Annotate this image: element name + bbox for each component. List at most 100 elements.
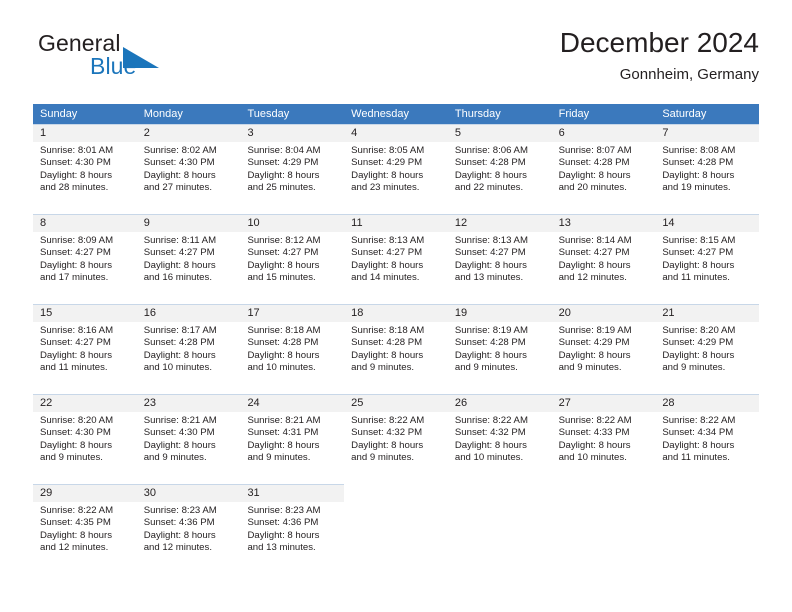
day-cell-empty xyxy=(655,484,760,566)
day-cell[interactable]: 12 Sunrise: 8:13 AM Sunset: 4:27 PM Dayligh… xyxy=(447,214,552,296)
day-cell[interactable]: 27 Sunrise: 8:22 AM Sunset: 4:33 PM Dayligh… xyxy=(551,394,656,476)
day-detail-line: Daylight: 8 hours xyxy=(247,439,320,451)
day-details: Sunrise: 8:13 AM Sunset: 4:27 PM Daylight:… xyxy=(344,232,448,285)
day-detail-line: Daylight: 8 hours xyxy=(143,169,216,181)
day-number: 15 xyxy=(33,305,137,322)
day-detail-line: and 9 minutes. xyxy=(40,452,103,464)
day-number: 17 xyxy=(240,305,345,322)
day-detail-line: Sunrise: 8:18 AM xyxy=(351,325,425,336)
day-detail-line: Sunset: 4:35 PM xyxy=(40,517,111,529)
weekday-header-saturday: Saturday xyxy=(662,108,707,120)
day-number: 1 xyxy=(33,125,137,142)
weekday-header-thursday: Thursday xyxy=(454,108,501,120)
day-details: Sunrise: 8:04 AM Sunset: 4:29 PM Daylight:… xyxy=(240,142,344,195)
day-detail-line: Sunrise: 8:04 AM xyxy=(247,145,321,156)
day-number: 20 xyxy=(551,305,656,322)
day-cell[interactable]: 22 Sunrise: 8:20 AM Sunset: 4:30 PM Dayligh… xyxy=(33,394,137,476)
day-detail-line: Sunset: 4:27 PM xyxy=(351,247,423,259)
day-detail-line: and 9 minutes. xyxy=(351,362,415,374)
day-cell[interactable]: 8 Sunrise: 8:09 AM Sunset: 4:27 PM Daylight… xyxy=(33,214,137,296)
day-detail-line: and 23 minutes. xyxy=(351,182,420,194)
day-detail-line: Daylight: 8 hours xyxy=(558,259,631,271)
day-detail-line: and 25 minutes. xyxy=(247,182,316,194)
day-cell[interactable]: 13 Sunrise: 8:14 AM Sunset: 4:27 PM Dayligh… xyxy=(551,214,656,296)
day-number: 24 xyxy=(240,395,345,412)
day-cell[interactable]: 28 Sunrise: 8:22 AM Sunset: 4:34 PM Dayligh… xyxy=(655,394,760,476)
calendar-week-row: 8 Sunrise: 8:09 AM Sunset: 4:27 PM Daylight… xyxy=(33,214,760,304)
day-cell[interactable]: 10 Sunrise: 8:12 AM Sunset: 4:27 PM Dayligh… xyxy=(240,214,345,296)
day-detail-line: Sunset: 4:29 PM xyxy=(662,337,734,349)
day-cell[interactable]: 20 Sunrise: 8:19 AM Sunset: 4:29 PM Dayligh… xyxy=(551,304,656,386)
day-number: 9 xyxy=(136,215,241,232)
day-detail-line: Daylight: 8 hours xyxy=(40,439,112,451)
day-detail-line: Sunrise: 8:13 AM xyxy=(351,235,425,246)
day-cell[interactable]: 17 Sunrise: 8:18 AM Sunset: 4:28 PM Dayligh… xyxy=(240,304,345,386)
day-cell[interactable]: 24 Sunrise: 8:21 AM Sunset: 4:31 PM Dayligh… xyxy=(240,394,345,476)
day-number: 26 xyxy=(447,395,552,412)
day-detail-line: and 16 minutes. xyxy=(143,272,212,284)
day-number: 28 xyxy=(655,395,760,412)
day-detail-line: and 9 minutes. xyxy=(454,362,518,374)
day-detail-line: Sunrise: 8:17 AM xyxy=(143,325,217,336)
day-cell[interactable]: 6 Sunrise: 8:07 AM Sunset: 4:28 PM Daylight… xyxy=(551,124,656,206)
day-detail-line: Daylight: 8 hours xyxy=(454,439,527,451)
day-detail-line: Sunset: 4:34 PM xyxy=(662,427,734,439)
calendar-week-row: 29 Sunrise: 8:22 AM Sunset: 4:35 PM Dayligh… xyxy=(33,484,760,574)
day-detail-line: and 11 minutes. xyxy=(40,362,108,374)
day-detail-line: Sunset: 4:27 PM xyxy=(662,247,734,259)
day-detail-line: Daylight: 8 hours xyxy=(247,169,320,181)
day-detail-line: and 19 minutes. xyxy=(662,182,731,194)
day-cell[interactable]: 11 Sunrise: 8:13 AM Sunset: 4:27 PM Dayligh… xyxy=(344,214,448,296)
day-number: 6 xyxy=(551,125,656,142)
day-number: 19 xyxy=(447,305,552,322)
day-details: Sunrise: 8:01 AM Sunset: 4:30 PM Daylight:… xyxy=(33,142,137,195)
day-detail-line: Sunrise: 8:20 AM xyxy=(40,415,114,426)
day-cell[interactable]: 26 Sunrise: 8:22 AM Sunset: 4:32 PM Dayligh… xyxy=(447,394,552,476)
day-details: Sunrise: 8:22 AM Sunset: 4:33 PM Daylight:… xyxy=(552,412,656,465)
day-cell[interactable]: 4 Sunrise: 8:05 AM Sunset: 4:29 PM Daylight… xyxy=(344,124,448,206)
day-cell[interactable]: 21 Sunrise: 8:20 AM Sunset: 4:29 PM Dayligh… xyxy=(655,304,760,386)
day-detail-line: Sunrise: 8:16 AM xyxy=(40,325,114,336)
day-details xyxy=(655,501,759,504)
day-detail-line: and 9 minutes. xyxy=(143,452,207,464)
day-detail-line: Daylight: 8 hours xyxy=(662,439,735,451)
day-detail-line: and 22 minutes. xyxy=(454,182,524,194)
day-detail-line: Sunset: 4:28 PM xyxy=(247,337,319,349)
day-cell[interactable]: 9 Sunrise: 8:11 AM Sunset: 4:27 PM Daylight… xyxy=(136,214,241,296)
day-detail-line: and 10 minutes. xyxy=(247,362,316,374)
day-number xyxy=(655,484,760,501)
day-details: Sunrise: 8:23 AM Sunset: 4:36 PM Daylight:… xyxy=(137,502,241,555)
day-cell[interactable]: 2 Sunrise: 8:02 AM Sunset: 4:30 PM Daylight… xyxy=(136,124,241,206)
day-detail-line: Daylight: 8 hours xyxy=(558,439,631,451)
day-cell[interactable]: 29 Sunrise: 8:22 AM Sunset: 4:35 PM Dayligh… xyxy=(33,484,137,566)
day-details: Sunrise: 8:09 AM Sunset: 4:27 PM Daylight:… xyxy=(33,232,137,285)
day-detail-line: Sunset: 4:29 PM xyxy=(247,157,319,169)
day-detail-line: Sunrise: 8:12 AM xyxy=(247,235,321,246)
day-details: Sunrise: 8:23 AM Sunset: 4:36 PM Daylight:… xyxy=(240,502,344,555)
day-detail-line: Sunrise: 8:20 AM xyxy=(662,325,736,336)
day-cell[interactable]: 16 Sunrise: 8:17 AM Sunset: 4:28 PM Dayligh… xyxy=(136,304,241,386)
day-details: Sunrise: 8:21 AM Sunset: 4:31 PM Daylight:… xyxy=(240,412,344,465)
day-cell[interactable]: 31 Sunrise: 8:23 AM Sunset: 4:36 PM Dayligh… xyxy=(240,484,345,566)
day-detail-line: and 12 minutes. xyxy=(558,272,627,284)
day-detail-line: Sunset: 4:30 PM xyxy=(40,157,111,169)
day-cell[interactable]: 18 Sunrise: 8:18 AM Sunset: 4:28 PM Dayligh… xyxy=(344,304,448,386)
day-cell[interactable]: 30 Sunrise: 8:23 AM Sunset: 4:36 PM Dayligh… xyxy=(136,484,241,566)
day-number: 27 xyxy=(551,395,656,412)
day-detail-line: Sunset: 4:30 PM xyxy=(143,157,215,169)
day-detail-line: and 11 minutes. xyxy=(662,452,730,464)
day-cell[interactable]: 3 Sunrise: 8:04 AM Sunset: 4:29 PM Daylight… xyxy=(240,124,345,206)
day-cell[interactable]: 7 Sunrise: 8:08 AM Sunset: 4:28 PM Daylight… xyxy=(655,124,760,206)
day-detail-line: and 14 minutes. xyxy=(351,272,420,284)
day-cell[interactable]: 14 Sunrise: 8:15 AM Sunset: 4:27 PM Dayligh… xyxy=(655,214,760,296)
page-subtitle: Gonnheim, Germany xyxy=(619,66,759,83)
day-detail-line: Sunset: 4:28 PM xyxy=(662,157,734,169)
day-details: Sunrise: 8:08 AM Sunset: 4:28 PM Daylight:… xyxy=(655,142,759,195)
day-cell[interactable]: 19 Sunrise: 8:19 AM Sunset: 4:28 PM Dayligh… xyxy=(447,304,552,386)
day-cell[interactable]: 5 Sunrise: 8:06 AM Sunset: 4:28 PM Daylight… xyxy=(447,124,552,206)
day-cell[interactable]: 25 Sunrise: 8:22 AM Sunset: 4:32 PM Dayligh… xyxy=(344,394,448,476)
day-detail-line: and 9 minutes. xyxy=(247,452,311,464)
day-cell[interactable]: 1 Sunrise: 8:01 AM Sunset: 4:30 PM Daylight… xyxy=(33,124,137,206)
day-cell[interactable]: 23 Sunrise: 8:21 AM Sunset: 4:30 PM Dayligh… xyxy=(136,394,241,476)
day-cell[interactable]: 15 Sunrise: 8:16 AM Sunset: 4:27 PM Dayligh… xyxy=(33,304,137,386)
